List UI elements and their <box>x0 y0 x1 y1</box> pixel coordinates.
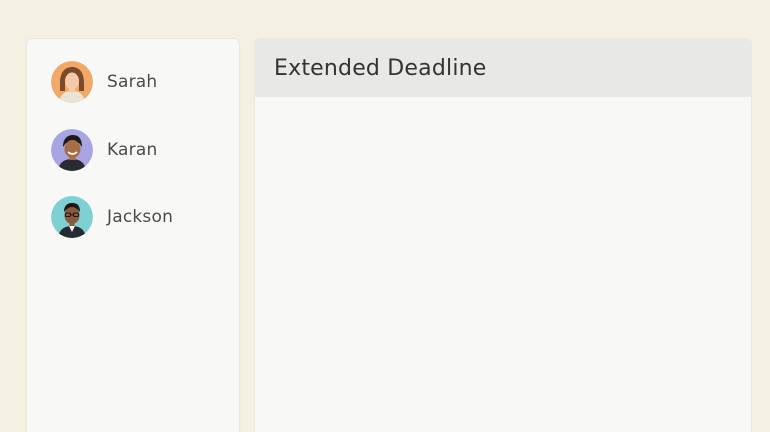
contact-name: Jackson <box>107 207 174 227</box>
contact-item-sarah[interactable]: Sarah <box>51 61 157 103</box>
contact-name: Karan <box>107 140 158 160</box>
contact-name: Sarah <box>107 72 158 92</box>
avatar-karan-icon <box>51 129 93 171</box>
avatar-sarah-icon <box>51 61 93 103</box>
panel-header: Extended Deadline <box>255 39 751 97</box>
contacts-sidebar: Sarah Karan Jackson <box>26 38 240 432</box>
contact-item-karan[interactable]: Karan <box>51 129 157 171</box>
avatar <box>51 61 93 103</box>
panel-body <box>255 97 751 432</box>
panel-title: Extended Deadline <box>274 55 487 81</box>
contact-item-jackson[interactable]: Jackson <box>51 196 173 238</box>
avatar-jackson-icon <box>51 196 93 238</box>
avatar <box>51 129 93 171</box>
avatar <box>51 196 93 238</box>
app-stage: Sarah Karan Jackson Extended Deadline <box>0 0 770 432</box>
conversation-panel: Extended Deadline <box>254 38 752 432</box>
